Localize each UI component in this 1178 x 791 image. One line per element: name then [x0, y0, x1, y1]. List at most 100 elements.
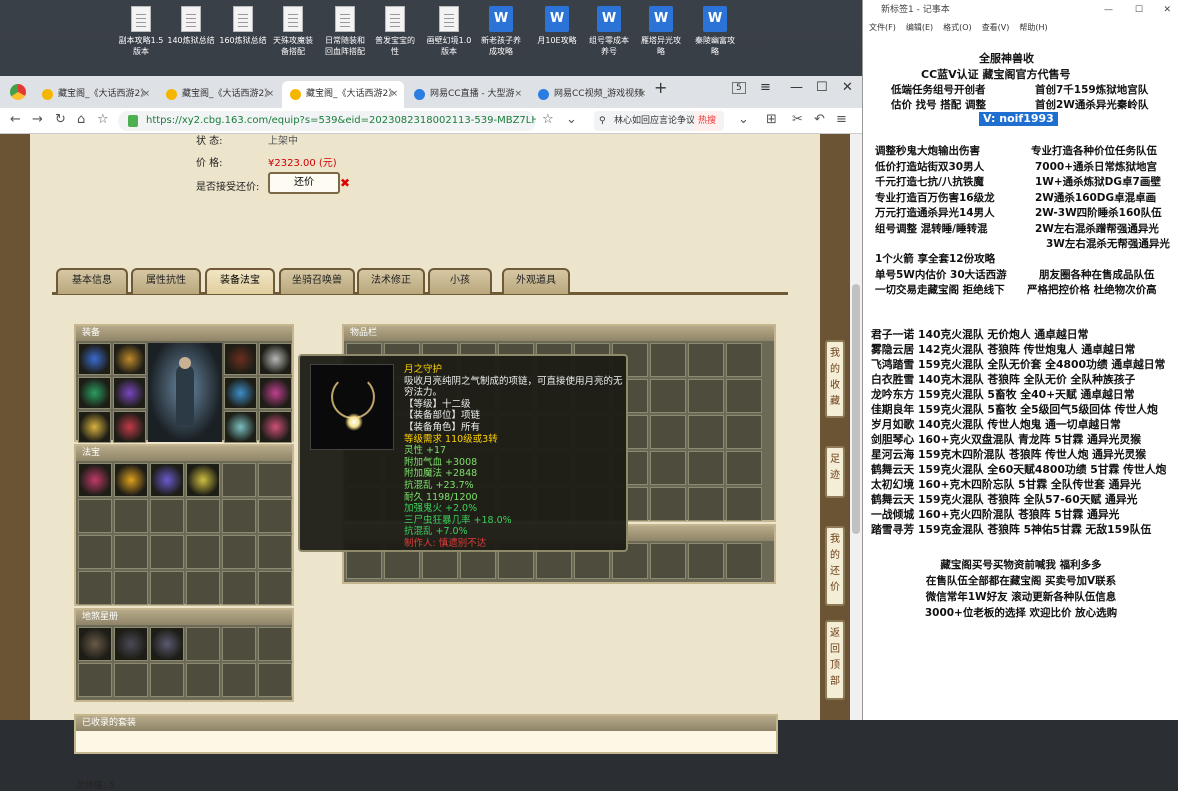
land-book-slot-empty[interactable] — [222, 627, 256, 661]
browser-tab[interactable]: 网易CC视频_游戏视频 × — [530, 81, 652, 108]
land-book-slot-empty[interactable] — [222, 663, 256, 697]
close-tab-icon[interactable]: × — [390, 81, 398, 108]
land-book-slot-empty[interactable] — [150, 663, 184, 697]
fabao-slot-empty[interactable] — [150, 535, 184, 569]
history-button[interactable]: 足迹 — [825, 446, 845, 498]
equipment-slot-filled[interactable] — [113, 343, 146, 375]
inventory-slot-empty[interactable] — [726, 379, 762, 413]
equipment-slot-filled[interactable] — [78, 411, 111, 443]
tab-spells[interactable]: 法术修正 — [357, 268, 425, 294]
equipment-slot-filled[interactable] — [224, 411, 257, 443]
my-bargains-button[interactable]: 我的还价 — [825, 526, 845, 606]
bargain-button[interactable]: 还价 — [268, 172, 340, 194]
inventory-slot-empty[interactable] — [688, 451, 724, 485]
close-window-icon[interactable]: ✕ — [842, 80, 853, 95]
fabao-slot-empty[interactable] — [258, 571, 292, 605]
tab-children[interactable]: 小孩 — [428, 268, 492, 294]
desktop-file-icon[interactable]: W 雁塔异光攻 略 — [634, 6, 688, 57]
inventory-slot-empty[interactable] — [650, 343, 686, 377]
minimize-icon[interactable]: — — [1104, 0, 1113, 20]
desktop-file-icon[interactable]: 普发宝宝的 性 — [368, 6, 422, 57]
close-x-icon[interactable]: ✖ — [340, 176, 350, 190]
equipment-slot-filled[interactable] — [113, 377, 146, 409]
fabao-slot-empty[interactable] — [258, 535, 292, 569]
close-window-icon[interactable]: ✕ — [1163, 0, 1171, 20]
maximize-icon[interactable]: ☐ — [816, 80, 828, 95]
chevron-down-icon[interactable]: ⌄ — [738, 112, 749, 127]
fabao-slot-empty[interactable] — [186, 535, 220, 569]
fabao-slot-empty[interactable] — [186, 499, 220, 533]
fabao-slot-filled[interactable] — [114, 463, 148, 497]
inventory-slot-empty[interactable] — [650, 487, 686, 521]
new-tab-icon[interactable]: + — [654, 78, 667, 97]
fabao-slot-empty[interactable] — [78, 499, 112, 533]
fabao-slot-empty[interactable] — [114, 571, 148, 605]
desktop-file-icon[interactable]: 140炼狱总结 — [164, 6, 218, 46]
land-book-slot-empty[interactable] — [186, 627, 220, 661]
fabao-slot-empty[interactable] — [150, 499, 184, 533]
fabao-slot-empty[interactable] — [186, 571, 220, 605]
land-book-slot-empty[interactable] — [186, 663, 220, 697]
scissors-icon[interactable]: ✂ — [792, 112, 803, 127]
inventory-slot-empty[interactable] — [726, 451, 762, 485]
inventory-slot-empty[interactable] — [688, 543, 724, 579]
equipment-slot-filled[interactable] — [78, 377, 111, 409]
notepad-menu-item[interactable]: 编辑(E) — [906, 23, 933, 32]
home-icon[interactable]: ⌂ — [77, 112, 85, 127]
inventory-slot-empty[interactable] — [726, 543, 762, 579]
dropdown-icon[interactable]: ⌄ — [566, 112, 577, 127]
tab-mounts[interactable]: 坐骑召唤兽 — [279, 268, 355, 294]
fabao-slot-empty[interactable] — [114, 535, 148, 569]
notepad-menu-item[interactable]: 帮助(H) — [1019, 23, 1047, 32]
inventory-slot-empty[interactable] — [726, 415, 762, 449]
land-book-slot-empty[interactable] — [258, 663, 292, 697]
fabao-slot-empty[interactable] — [258, 463, 292, 497]
fabao-slot-filled[interactable] — [78, 463, 112, 497]
land-book-slot-filled[interactable] — [114, 627, 148, 661]
close-tab-icon[interactable]: × — [142, 81, 150, 108]
close-tab-icon[interactable]: × — [514, 81, 522, 108]
tab-count-badge[interactable]: 5 — [732, 82, 746, 94]
url-input[interactable]: https://xy2.cbg.163.com/equip?s=539&eid=… — [118, 111, 536, 131]
equipment-slot-filled[interactable] — [224, 377, 257, 409]
equipment-slot-filled[interactable] — [113, 411, 146, 443]
inventory-slot-empty[interactable] — [650, 415, 686, 449]
notepad-menu-item[interactable]: 格式(O) — [943, 23, 972, 32]
land-book-slot-empty[interactable] — [258, 627, 292, 661]
back-icon[interactable]: ← — [10, 112, 21, 127]
desktop-file-icon[interactable]: 画壁幻境1.0 版本 — [422, 6, 476, 57]
fabao-slot-empty[interactable] — [78, 535, 112, 569]
land-book-slot-filled[interactable] — [78, 627, 112, 661]
star-icon[interactable]: ☆ — [542, 112, 554, 127]
scrollbar[interactable] — [850, 134, 862, 720]
browser-tab[interactable]: 网易CC直播 - 大型游 × — [406, 81, 528, 108]
inventory-slot-empty[interactable] — [688, 487, 724, 521]
close-tab-icon[interactable]: × — [266, 81, 274, 108]
inventory-slot-empty[interactable] — [650, 543, 686, 579]
fabao-slot-empty[interactable] — [150, 571, 184, 605]
equipment-slot-filled[interactable] — [224, 343, 257, 375]
fabao-slot-filled[interactable] — [150, 463, 184, 497]
tab-appearance[interactable]: 外观道具 — [502, 268, 570, 294]
notepad-menu-item[interactable]: 文件(F) — [869, 23, 896, 32]
forward-icon[interactable]: → — [32, 112, 43, 127]
inventory-slot-empty[interactable] — [688, 415, 724, 449]
equipment-slot-filled[interactable] — [259, 377, 292, 409]
close-tab-icon[interactable]: × — [638, 81, 646, 108]
land-book-slot-empty[interactable] — [78, 663, 112, 697]
hot-search-badge[interactable]: 热搜 — [694, 111, 721, 131]
fabao-slot-empty[interactable] — [78, 571, 112, 605]
fabao-slot-empty[interactable] — [222, 571, 256, 605]
equipment-slot-filled[interactable] — [259, 343, 292, 375]
inventory-slot-empty[interactable] — [650, 379, 686, 413]
desktop-file-icon[interactable]: 日常随装和 回血阵搭配 — [318, 6, 372, 57]
menu-icon[interactable]: ≡ — [760, 80, 771, 95]
fabao-slot-empty[interactable] — [222, 463, 256, 497]
land-book-slot-filled[interactable] — [150, 627, 184, 661]
grid-icon[interactable]: ⊞ — [766, 112, 777, 127]
bookmark-icon[interactable]: ☆ — [97, 112, 109, 127]
browser-logo-icon[interactable] — [10, 84, 26, 100]
browser-tab[interactable]: 藏宝阁_《大话西游2》 × — [34, 81, 156, 108]
land-book-slot-empty[interactable] — [114, 663, 148, 697]
equipment-slot-filled[interactable] — [78, 343, 111, 375]
